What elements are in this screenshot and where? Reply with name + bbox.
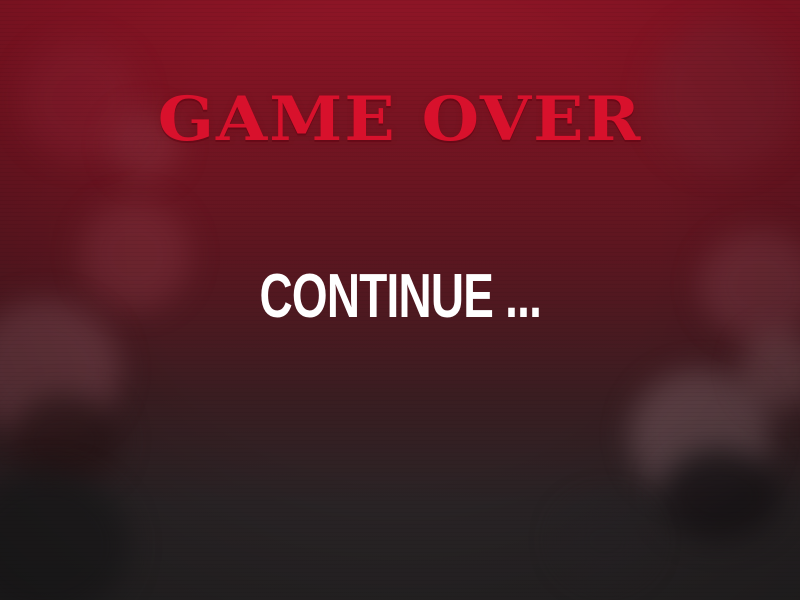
game-over-screen: GAME OVER CONTINUE ... xyxy=(0,0,800,600)
continue-button[interactable]: CONTINUE ... xyxy=(200,262,600,332)
continue-label: CONTINUE ... xyxy=(259,262,541,331)
game-over-title: GAME OVER xyxy=(157,83,643,155)
